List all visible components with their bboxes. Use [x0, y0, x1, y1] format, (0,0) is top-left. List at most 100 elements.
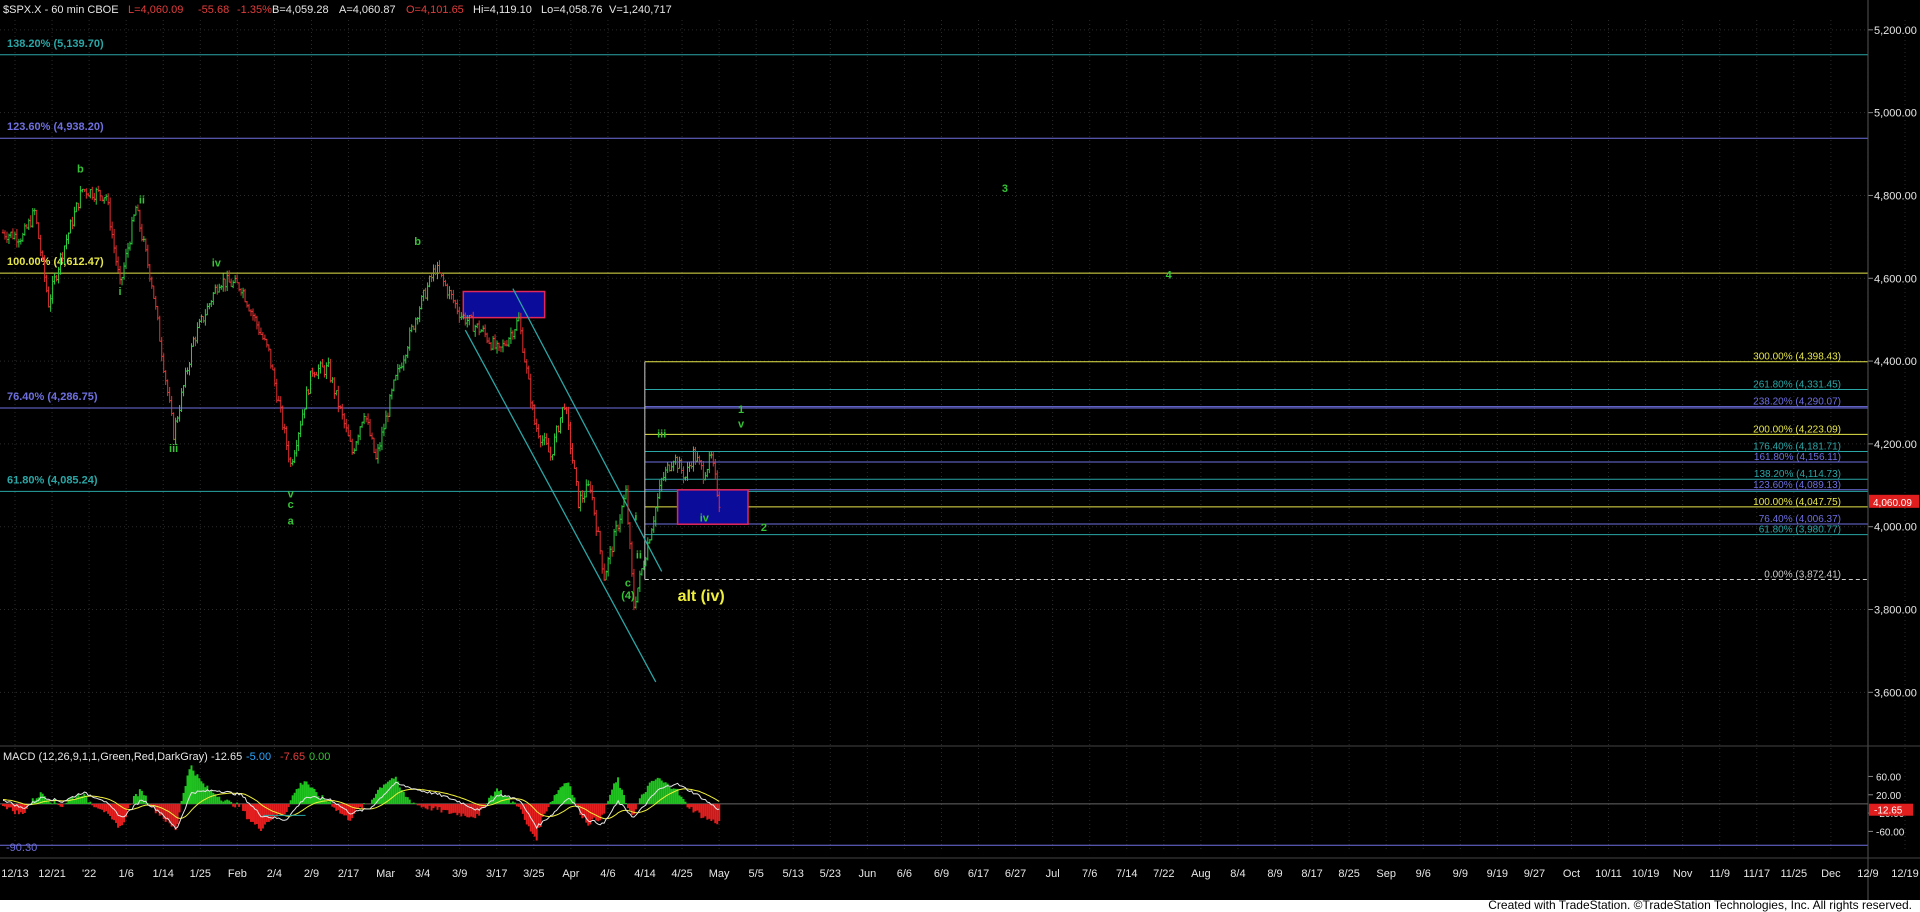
price-bar	[17, 238, 21, 248]
price-bar	[567, 406, 570, 431]
date-tick-label: 4/6	[600, 868, 615, 880]
date-tick-label: Dec	[1821, 868, 1841, 880]
header-open: O=4,101.65	[406, 4, 464, 16]
fib-label: 0.00% (3,872.41)	[1764, 570, 1841, 581]
price-bar	[686, 461, 689, 481]
price-bar	[382, 423, 386, 437]
date-tick-label: 2/17	[338, 868, 359, 880]
fib-label: 238.20% (4,290.07)	[1753, 397, 1841, 408]
price-bar	[398, 364, 402, 373]
price-tick-label: 3,600.00	[1874, 687, 1917, 699]
price-bar	[196, 322, 199, 344]
price-bar	[495, 340, 499, 354]
price-bar	[124, 248, 128, 270]
price-bar	[384, 410, 388, 430]
wave-label: i	[119, 286, 122, 298]
price-bar	[521, 327, 525, 353]
header-high: Hi=4,119.10	[473, 4, 532, 16]
price-bar	[706, 468, 709, 478]
price-tick-label: 4,600.00	[1874, 273, 1917, 285]
price-bar	[247, 303, 251, 312]
price-bar	[547, 437, 550, 453]
macd-hist-value: -7.65	[280, 751, 305, 763]
date-tick-label: 5/5	[749, 868, 764, 880]
price-bar	[579, 490, 582, 512]
header-bid: B=4,059.28	[272, 4, 329, 16]
date-tick-label: 1/6	[119, 868, 134, 880]
date-tick-label: Feb	[228, 868, 247, 880]
price-chart[interactable]: 138.20% (5,139.70) 123.60% (4,938.20) 100.…	[0, 0, 1920, 900]
price-bar	[420, 295, 423, 310]
macd-current-label: -12.65	[1874, 806, 1903, 817]
price-bar	[289, 457, 292, 467]
fib-label: 123.60% (4,089.13)	[1753, 480, 1841, 491]
price-bar	[265, 338, 269, 348]
price-bar	[585, 479, 588, 498]
wave-label: v	[738, 418, 745, 430]
fib-label: 100.00% (4,047.75)	[1753, 497, 1841, 508]
price-bar	[170, 395, 173, 416]
price-bar	[614, 520, 618, 537]
price-bar	[368, 418, 372, 437]
price-bar	[352, 448, 356, 455]
price-bar	[577, 481, 580, 509]
date-tick-label: 11/25	[1780, 868, 1807, 880]
price-bar	[460, 312, 463, 320]
wave-label: b	[414, 236, 421, 248]
fib-label: 76.40% (4,006.37)	[1759, 514, 1841, 525]
fib-label: 100.00% (4,612.47)	[7, 256, 104, 268]
macd-panel: 60.0020.00-20.00-60.00-12.65	[0, 765, 1913, 846]
price-bar	[279, 396, 282, 413]
price-bar	[97, 185, 100, 192]
price-bar	[448, 286, 451, 300]
price-tick-label: 4,200.00	[1874, 439, 1917, 451]
date-tick-label: 4/14	[634, 868, 655, 880]
price-bar	[608, 546, 612, 565]
price-bar	[523, 348, 527, 363]
price-bar	[204, 309, 207, 326]
price-bar	[309, 370, 312, 394]
price-bar	[678, 456, 681, 469]
price-bar	[702, 461, 705, 484]
price-bar	[549, 446, 552, 461]
price-bar	[102, 197, 106, 204]
price-bar	[202, 315, 205, 323]
price-bar	[509, 327, 513, 344]
price-bar	[696, 452, 699, 462]
price-bar	[233, 275, 237, 284]
price-bar	[551, 454, 554, 461]
price-bar	[225, 270, 229, 292]
current-price-label: 4,060.09	[1873, 498, 1912, 509]
price-bar	[341, 403, 344, 420]
date-tick-label: 6/17	[968, 868, 989, 880]
price-bar	[354, 441, 358, 452]
price-bar	[674, 454, 677, 465]
price-bar	[428, 275, 431, 288]
date-tick-label: Nov	[1673, 868, 1693, 880]
price-bar	[372, 437, 376, 454]
price-bar	[49, 294, 52, 312]
price-bar	[646, 537, 650, 561]
price-bar	[620, 505, 624, 524]
price-bar	[69, 219, 72, 234]
price-bar	[583, 492, 586, 503]
price-bar	[194, 336, 197, 347]
header-low: Lo=4,058.76	[541, 4, 602, 16]
price-bar	[182, 384, 185, 397]
wave-label: ii	[636, 550, 642, 562]
price-bar	[285, 426, 288, 451]
grid	[0, 20, 1906, 852]
price-bar	[533, 404, 536, 426]
date-tick-label: 5/13	[783, 868, 804, 880]
price-bar	[235, 274, 239, 284]
price-bar	[267, 344, 271, 352]
date-tick-label: 12/19	[1891, 868, 1919, 880]
price-bar	[628, 522, 632, 550]
price-bar	[301, 409, 304, 426]
price-bar	[573, 459, 576, 470]
price-bar	[654, 506, 657, 527]
price-bar	[281, 405, 284, 430]
price-bar	[543, 432, 546, 446]
price-bar	[539, 435, 542, 448]
price-bar	[618, 514, 622, 533]
